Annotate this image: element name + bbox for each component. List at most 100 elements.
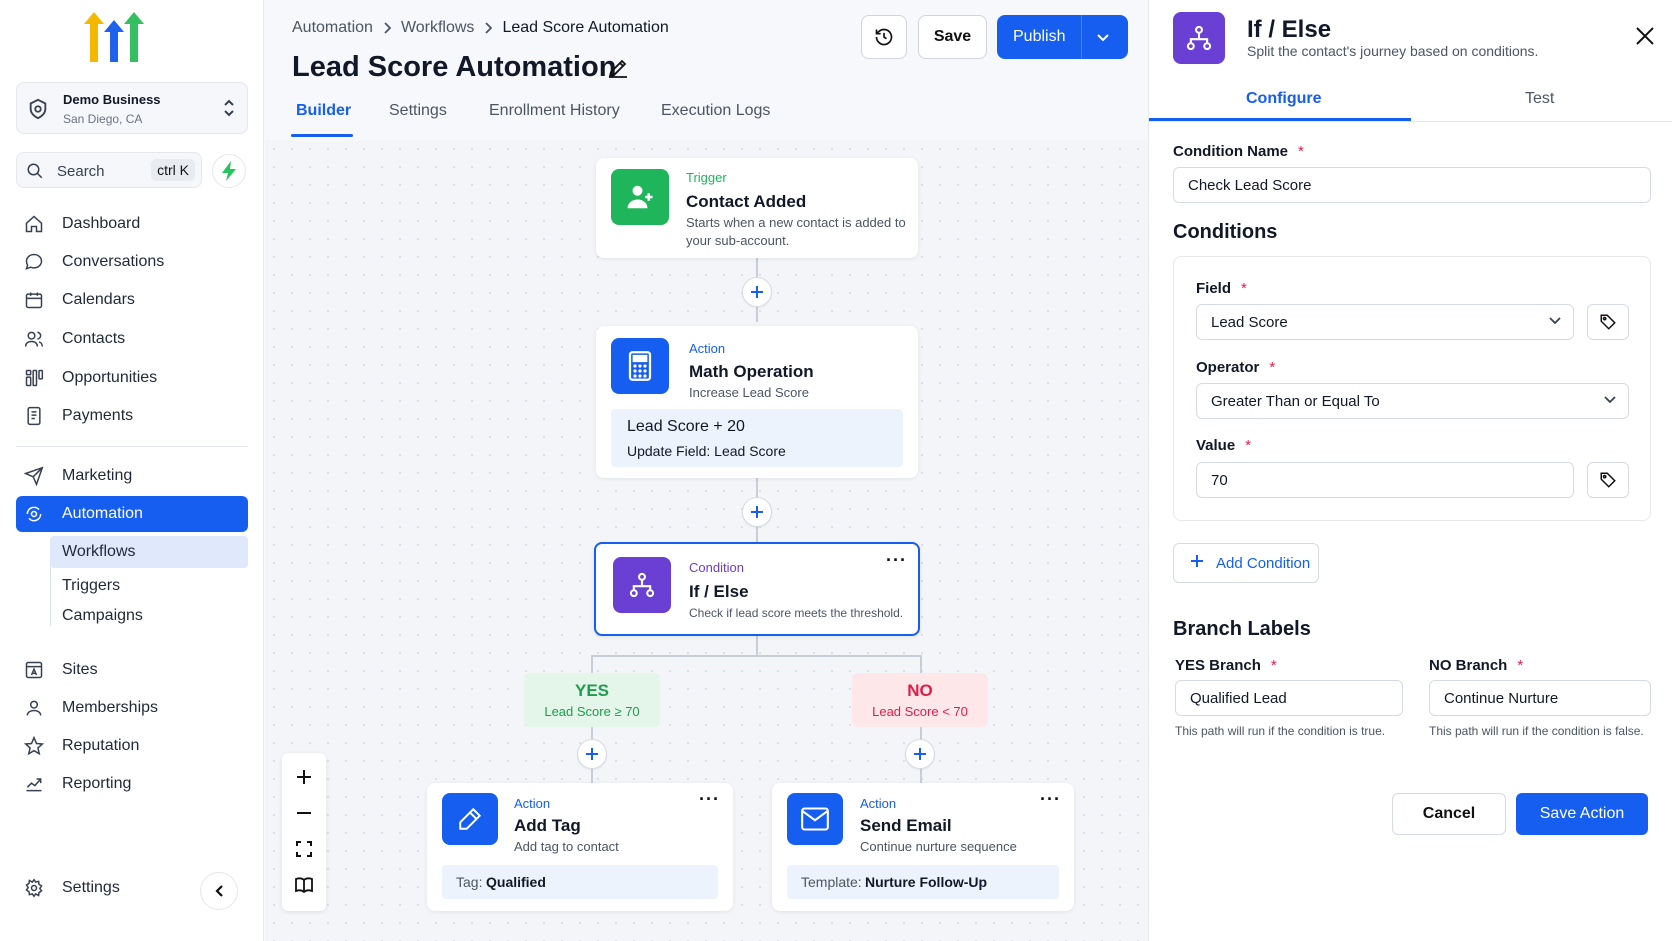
zoom-controls [282,753,326,911]
node-type: Condition [689,560,744,575]
contacts-icon [24,329,44,349]
node-type: Action [514,796,551,811]
subnav-workflows[interactable]: Workflows [50,536,248,568]
more-options-icon[interactable]: ··· [1040,789,1061,810]
add-condition-button[interactable]: Add Condition [1173,543,1319,583]
connector-line [592,655,922,657]
no-branch-label[interactable]: NO Lead Score < 70 [852,673,988,727]
subnav-triggers[interactable]: Triggers [62,577,120,595]
fit-screen-icon[interactable] [292,837,316,861]
conditions-heading: Conditions [1173,221,1278,243]
star-icon [24,736,44,756]
add-step-button[interactable] [905,739,935,769]
add-step-button[interactable] [577,739,607,769]
add-step-button[interactable] [742,497,772,527]
save-action-button[interactable]: Save Action [1516,793,1648,835]
tag-icon [1600,472,1616,488]
nav-item-opportunities[interactable]: Opportunities [16,360,248,396]
field-label: Field * [1196,280,1247,297]
detail-value: Nurture Follow-Up [865,874,988,890]
field-select[interactable]: Lead Score [1196,304,1574,340]
nav-item-reporting[interactable]: Reporting [16,766,248,802]
add-tag-node[interactable]: Action Add Tag Add tag to contact ··· Ta… [427,783,733,911]
nav-item-conversations[interactable]: Conversations [16,244,248,280]
nav-item-reputation[interactable]: Reputation [16,728,248,764]
sidebar: Demo Business San Diego, CA Search ctrl … [0,0,264,941]
breadcrumb-automation[interactable]: Automation [292,19,373,37]
breadcrumb-workflows[interactable]: Workflows [401,19,475,37]
zoom-out-icon[interactable] [292,801,316,825]
condition-node[interactable]: Condition If / Else Check if lead score … [594,542,920,636]
add-step-button[interactable] [742,277,772,307]
node-type: Action [860,796,897,811]
tab-execution-logs[interactable]: Execution Logs [661,102,770,120]
no-branch-input[interactable]: Continue Nurture [1429,680,1651,716]
close-icon[interactable] [1635,26,1655,46]
yes-branch-label[interactable]: YES Lead Score ≥ 70 [524,673,660,727]
branch-rule: Lead Score < 70 [872,704,968,719]
operator-select[interactable]: Greater Than or Equal To [1196,383,1629,419]
trigger-node[interactable]: Trigger Contact Added Starts when a new … [596,158,918,258]
nav-item-sites[interactable]: Sites [16,652,248,688]
more-options-icon[interactable]: ··· [699,789,720,810]
nav-item-calendars[interactable]: Calendars [16,282,248,318]
search-box[interactable]: Search ctrl K [16,152,202,188]
publish-button[interactable]: Publish [997,15,1128,59]
node-name: Add Tag [514,816,581,835]
node-type: Trigger [686,170,727,185]
plus-icon [586,748,598,760]
gear-icon [24,878,44,898]
active-tab-indicator [1149,118,1411,121]
node-desc: Continue nurture sequence [860,839,1017,854]
nav-label: Sites [62,661,98,678]
publish-separator [1081,15,1082,59]
zoom-in-icon[interactable] [292,765,316,789]
tab-test[interactable]: Test [1525,90,1554,108]
node-name: Contact Added [686,192,807,211]
nav-item-payments[interactable]: Payments [16,398,248,434]
tab-configure[interactable]: Configure [1246,90,1322,108]
nav-item-automation[interactable]: Automation [16,496,248,532]
yes-branch-hint: This path will run if the condition is t… [1175,724,1386,738]
panel-subtitle: Split the contact's journey based on con… [1247,43,1539,59]
merge-tag-button[interactable] [1587,304,1629,340]
chevron-down-icon [1604,396,1616,404]
business-location: San Diego, CA [63,112,143,126]
collapse-sidebar-button[interactable] [200,872,238,910]
merge-tag-button[interactable] [1587,462,1629,498]
active-tab-indicator [291,134,353,137]
nav-label: Reputation [62,737,140,754]
save-button[interactable]: Save [918,15,987,59]
value-label: Value * [1196,437,1252,454]
node-desc: Starts when a new contact is added to yo… [686,215,906,248]
book-icon[interactable] [292,873,316,897]
condition-name-label: Condition Name * [1173,143,1304,160]
edit-pencil-icon[interactable] [606,56,630,80]
send-icon [24,466,44,486]
nav-item-contacts[interactable]: Contacts [16,321,248,357]
business-switcher[interactable]: Demo Business San Diego, CA [16,82,248,134]
nav-item-marketing[interactable]: Marketing [16,458,248,494]
yes-branch-input[interactable]: Qualified Lead [1175,680,1403,716]
branch-title: NO [907,681,933,700]
nav-label: Memberships [62,699,159,716]
tab-builder[interactable]: Builder [296,102,351,120]
branch-rule: Lead Score ≥ 70 [544,704,640,719]
nav-item-dashboard[interactable]: Dashboard [16,206,248,242]
quick-action-button[interactable] [212,154,246,188]
tab-settings[interactable]: Settings [389,102,447,120]
more-options-icon[interactable]: ··· [886,550,907,571]
send-email-node[interactable]: Action Send Email Continue nurture seque… [772,783,1074,911]
chevron-down-icon[interactable] [1095,29,1111,45]
history-button[interactable] [861,15,907,59]
tab-enrollment-history[interactable]: Enrollment History [489,102,620,120]
condition-name-input[interactable]: Check Lead Score [1173,167,1651,203]
template-detail-box: Template: Nurture Follow-Up [787,865,1059,899]
cancel-button[interactable]: Cancel [1392,793,1506,835]
nav-label: Reporting [62,775,132,792]
subnav-campaigns[interactable]: Campaigns [62,607,143,625]
branch-title: YES [574,681,610,700]
nav-item-memberships[interactable]: Memberships [16,690,248,726]
value-input[interactable]: 70 [1196,462,1574,498]
math-operation-node[interactable]: Action Math Operation Increase Lead Scor… [596,326,918,478]
